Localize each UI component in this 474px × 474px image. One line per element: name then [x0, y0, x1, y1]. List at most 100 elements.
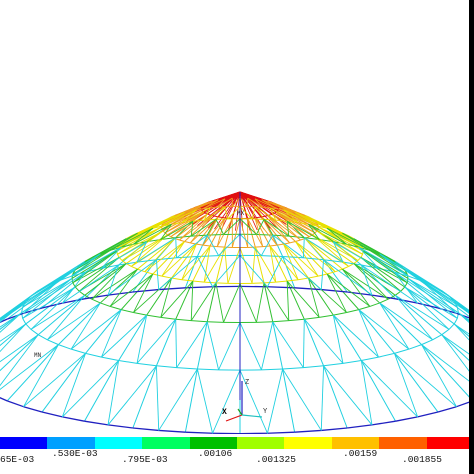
mesh-edge: [190, 282, 217, 321]
mesh-edge: [223, 283, 241, 323]
graphics-viewport[interactable]: MX MN Z X Y: [0, 0, 474, 434]
mesh-edge: [239, 247, 253, 284]
mesh-edge: [175, 318, 192, 322]
mesh-edge: [378, 352, 395, 358]
mesh-edge: [192, 280, 205, 283]
mesh-edge: [132, 365, 157, 429]
mesh-edge: [171, 243, 197, 279]
mesh-edge: [218, 216, 222, 218]
axis-y-label: Y: [263, 408, 268, 416]
mesh-edge: [91, 298, 101, 304]
mesh-edge: [288, 318, 305, 322]
mesh-edge: [371, 420, 396, 426]
window-edge: [469, 0, 474, 474]
mesh-edge: [289, 241, 296, 244]
mesh-edge: [181, 243, 197, 280]
mesh-edge: [323, 362, 344, 367]
mesh-edge: [269, 244, 278, 247]
mesh-edge: [262, 206, 271, 209]
mesh-edge: [206, 282, 217, 322]
mesh-edge: [294, 429, 322, 433]
mesh-edge: [175, 319, 178, 368]
mesh-edge: [132, 288, 159, 293]
mesh-edge: [206, 321, 220, 370]
mesh-edge: [23, 406, 43, 413]
mesh-edge: [437, 406, 457, 413]
mesh-edge: [85, 309, 122, 354]
contour-legend: 65E-03 .530E-03 .795E-03 .00106 .001325 …: [0, 434, 474, 474]
mesh-edge: [277, 209, 279, 212]
mesh-edge: [379, 253, 433, 287]
mesh-edge: [286, 280, 305, 320]
axis-z-label: Z: [245, 379, 250, 387]
mesh-edge: [358, 309, 410, 350]
dome-mesh-plot: [0, 191, 474, 434]
mesh-edge: [227, 247, 241, 284]
mesh-edge: [323, 365, 348, 429]
mesh-edge: [107, 365, 157, 426]
mesh-edge: [107, 424, 133, 429]
mesh-edge: [287, 279, 299, 282]
mesh-edge: [218, 322, 241, 371]
mesh-edge: [155, 365, 160, 431]
mesh-edge: [314, 230, 318, 234]
mesh-edge: [131, 265, 138, 270]
legend-swatch: [0, 437, 48, 449]
mesh-edge: [261, 368, 283, 371]
mesh-edge: [160, 316, 176, 320]
mesh-edge: [121, 309, 134, 314]
mesh-edge: [209, 206, 218, 209]
legend-value-7: .001855: [402, 454, 442, 465]
mesh-edge: [78, 290, 86, 296]
mesh-edge: [100, 302, 111, 307]
mesh-edge: [275, 280, 288, 283]
axis-x-label: X: [222, 408, 227, 417]
mesh-edge: [379, 302, 410, 350]
mesh-edge: [191, 320, 208, 323]
mesh-edge: [212, 215, 216, 217]
mesh-edge: [207, 321, 224, 323]
mesh-edge: [294, 287, 322, 291]
mesh-edge: [25, 323, 32, 330]
mesh-edge: [176, 367, 198, 370]
mesh-edge: [394, 294, 443, 336]
mesh-edge: [0, 323, 27, 342]
mesh-edge: [263, 282, 274, 322]
mesh-edge: [171, 277, 183, 281]
mesh-edge: [342, 359, 362, 364]
mesh-edge: [116, 254, 120, 258]
mesh-edge: [361, 360, 418, 418]
mesh-edge: [58, 302, 101, 345]
legend-value-3: .795E-03: [122, 454, 168, 465]
mesh-edge: [62, 416, 85, 422]
mesh-edge: [109, 305, 122, 311]
mesh-edge: [333, 312, 347, 316]
mesh-edge: [379, 302, 422, 345]
legend-swatch: [236, 437, 285, 449]
mesh-edge: [191, 234, 208, 237]
mesh-edge: [239, 322, 262, 371]
mesh-edge: [282, 255, 304, 259]
mesh-edge: [358, 305, 371, 311]
axis-triad: Z X Y: [212, 375, 272, 425]
mesh-edge: [197, 368, 219, 371]
mesh-edge: [136, 362, 157, 367]
mesh-edge: [302, 319, 305, 368]
mesh-edge: [6, 400, 24, 408]
mesh-edge: [263, 282, 290, 321]
legend-swatch: [284, 437, 332, 449]
mesh-edge: [218, 198, 222, 201]
legend-values: 65E-03 .530E-03 .795E-03 .00106 .001325 …: [0, 448, 474, 474]
mesh-edge: [303, 318, 344, 364]
mesh-edge: [0, 344, 59, 390]
legend-swatch: [379, 437, 427, 449]
mesh-edge: [37, 334, 48, 341]
mesh-edge: [158, 429, 186, 433]
mesh-edge: [207, 213, 210, 216]
mesh-edge: [47, 339, 59, 346]
mesh-edge: [239, 283, 257, 323]
mesh-edge: [395, 416, 418, 422]
mesh-edge: [202, 244, 211, 247]
mesh-edge: [156, 365, 177, 369]
mesh-edge: [74, 286, 80, 292]
